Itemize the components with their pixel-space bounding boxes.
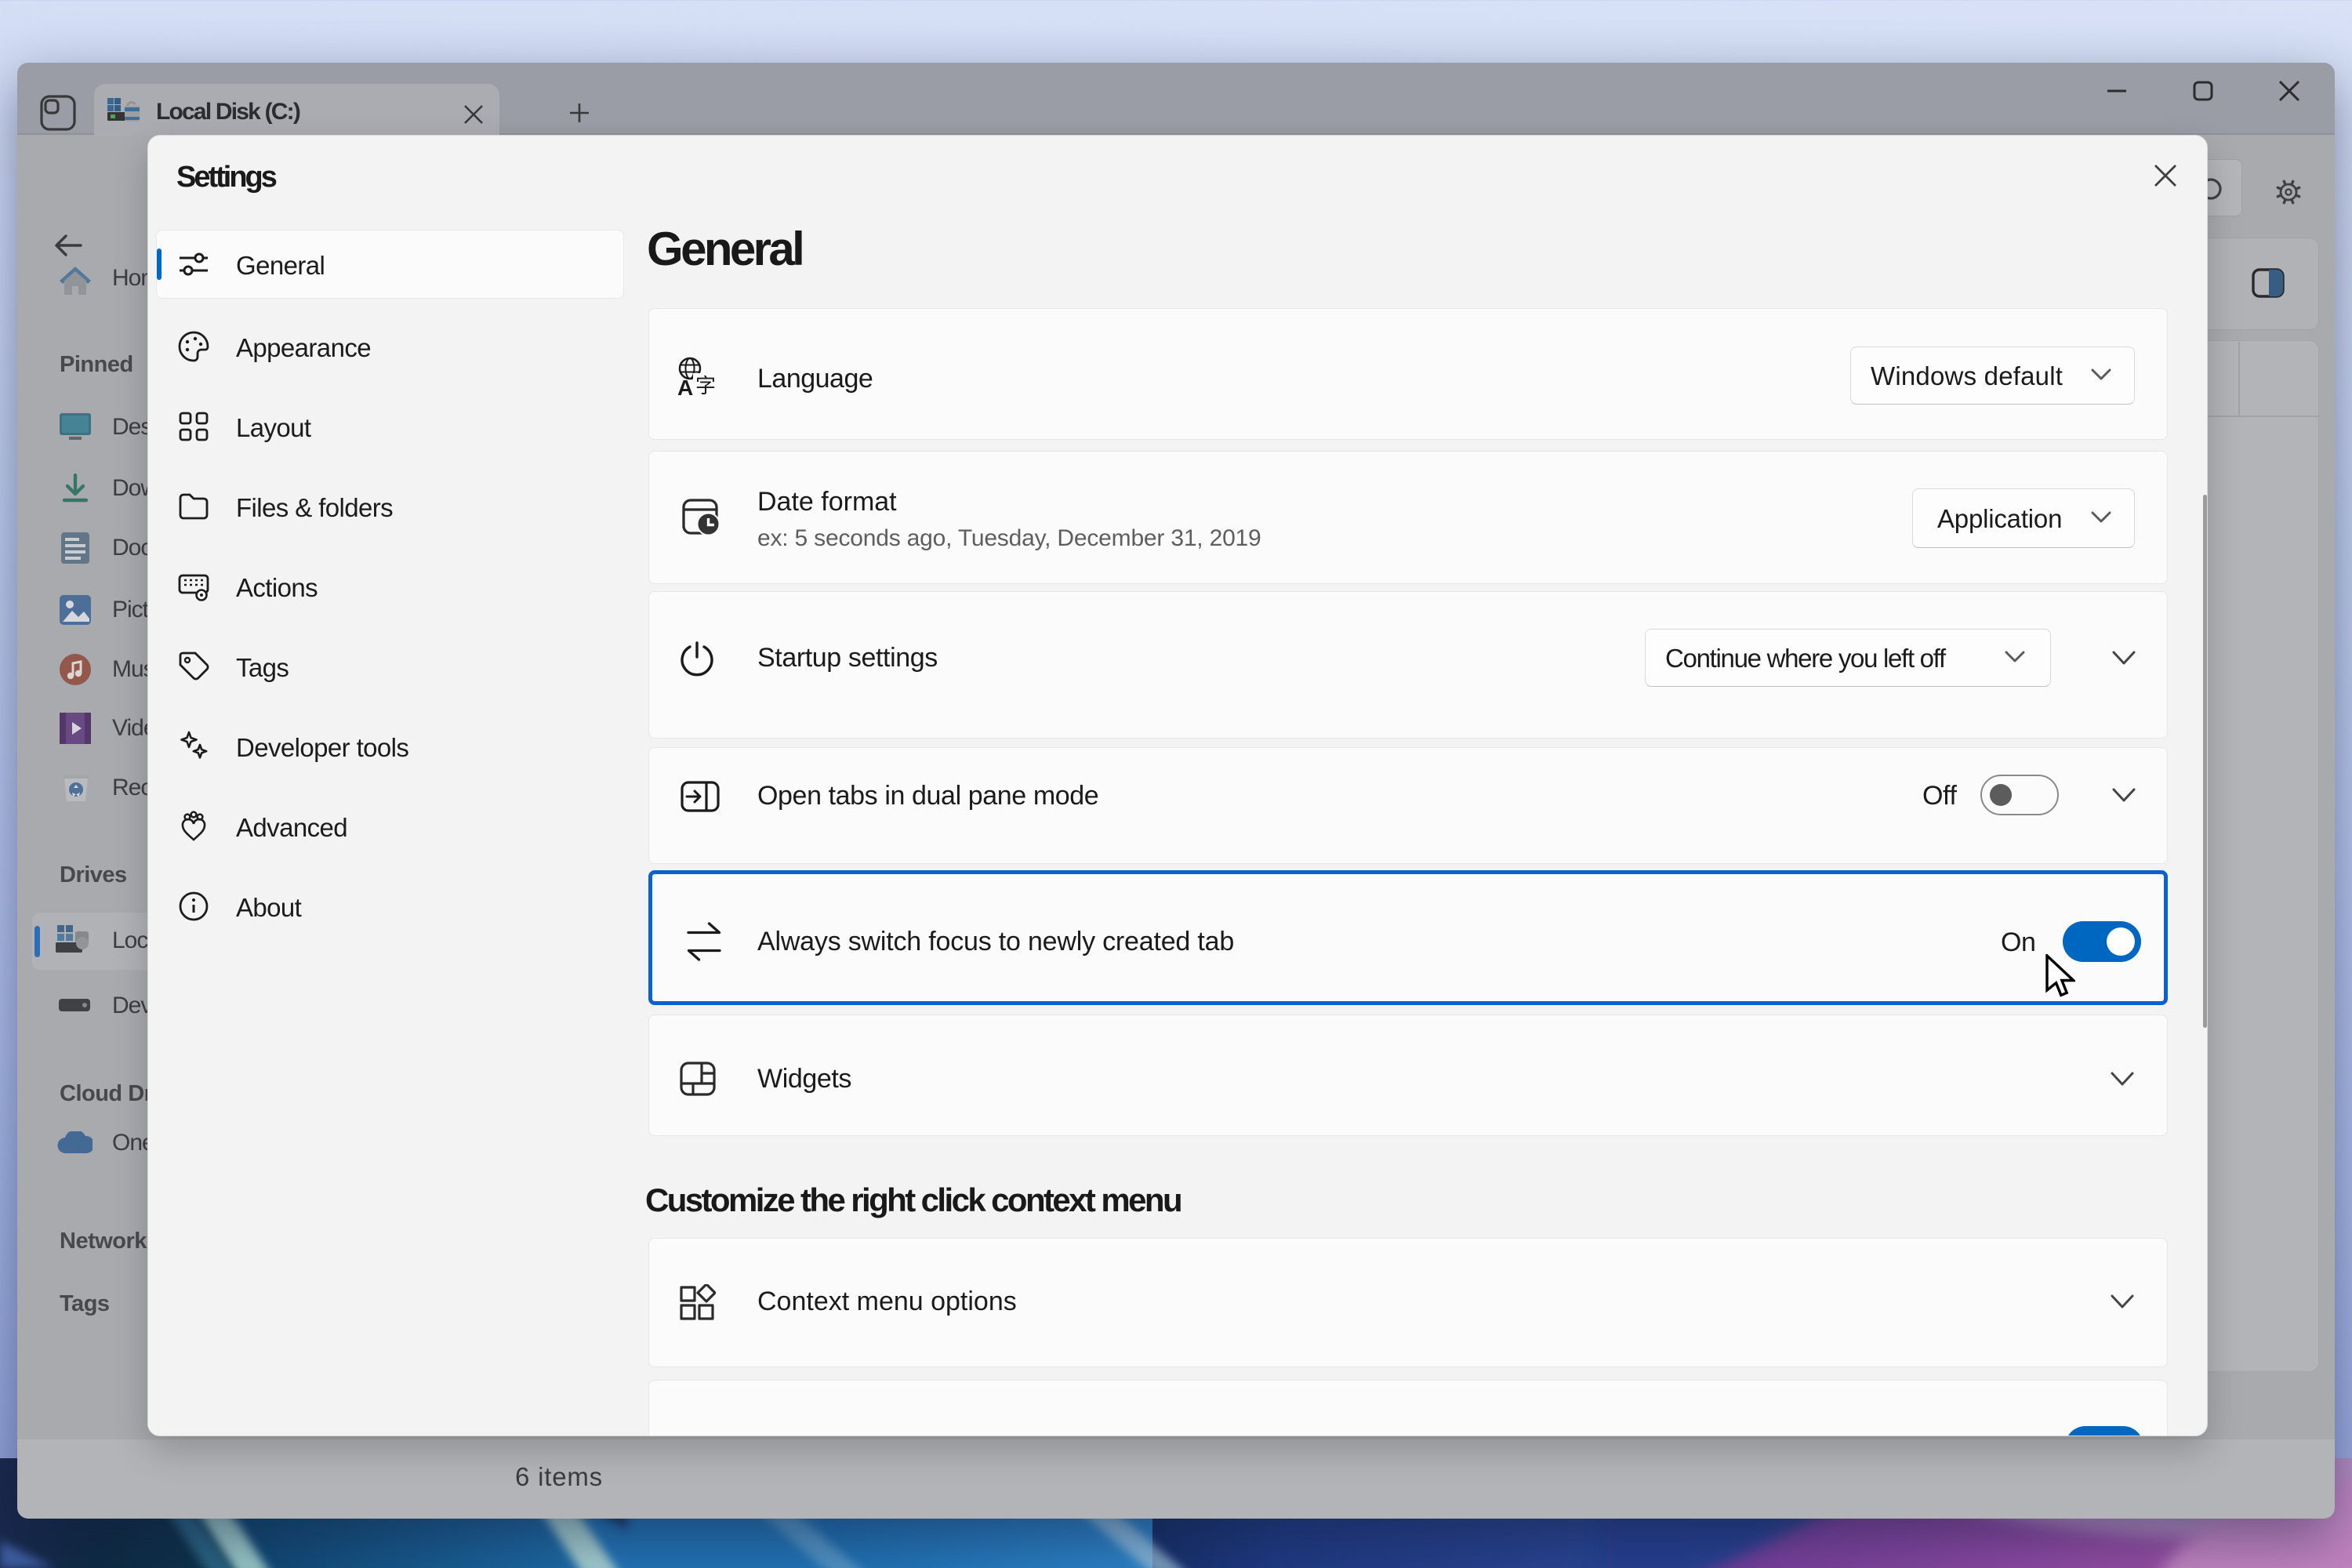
svg-text:字: 字 xyxy=(695,374,716,396)
svg-text:A: A xyxy=(677,376,693,396)
